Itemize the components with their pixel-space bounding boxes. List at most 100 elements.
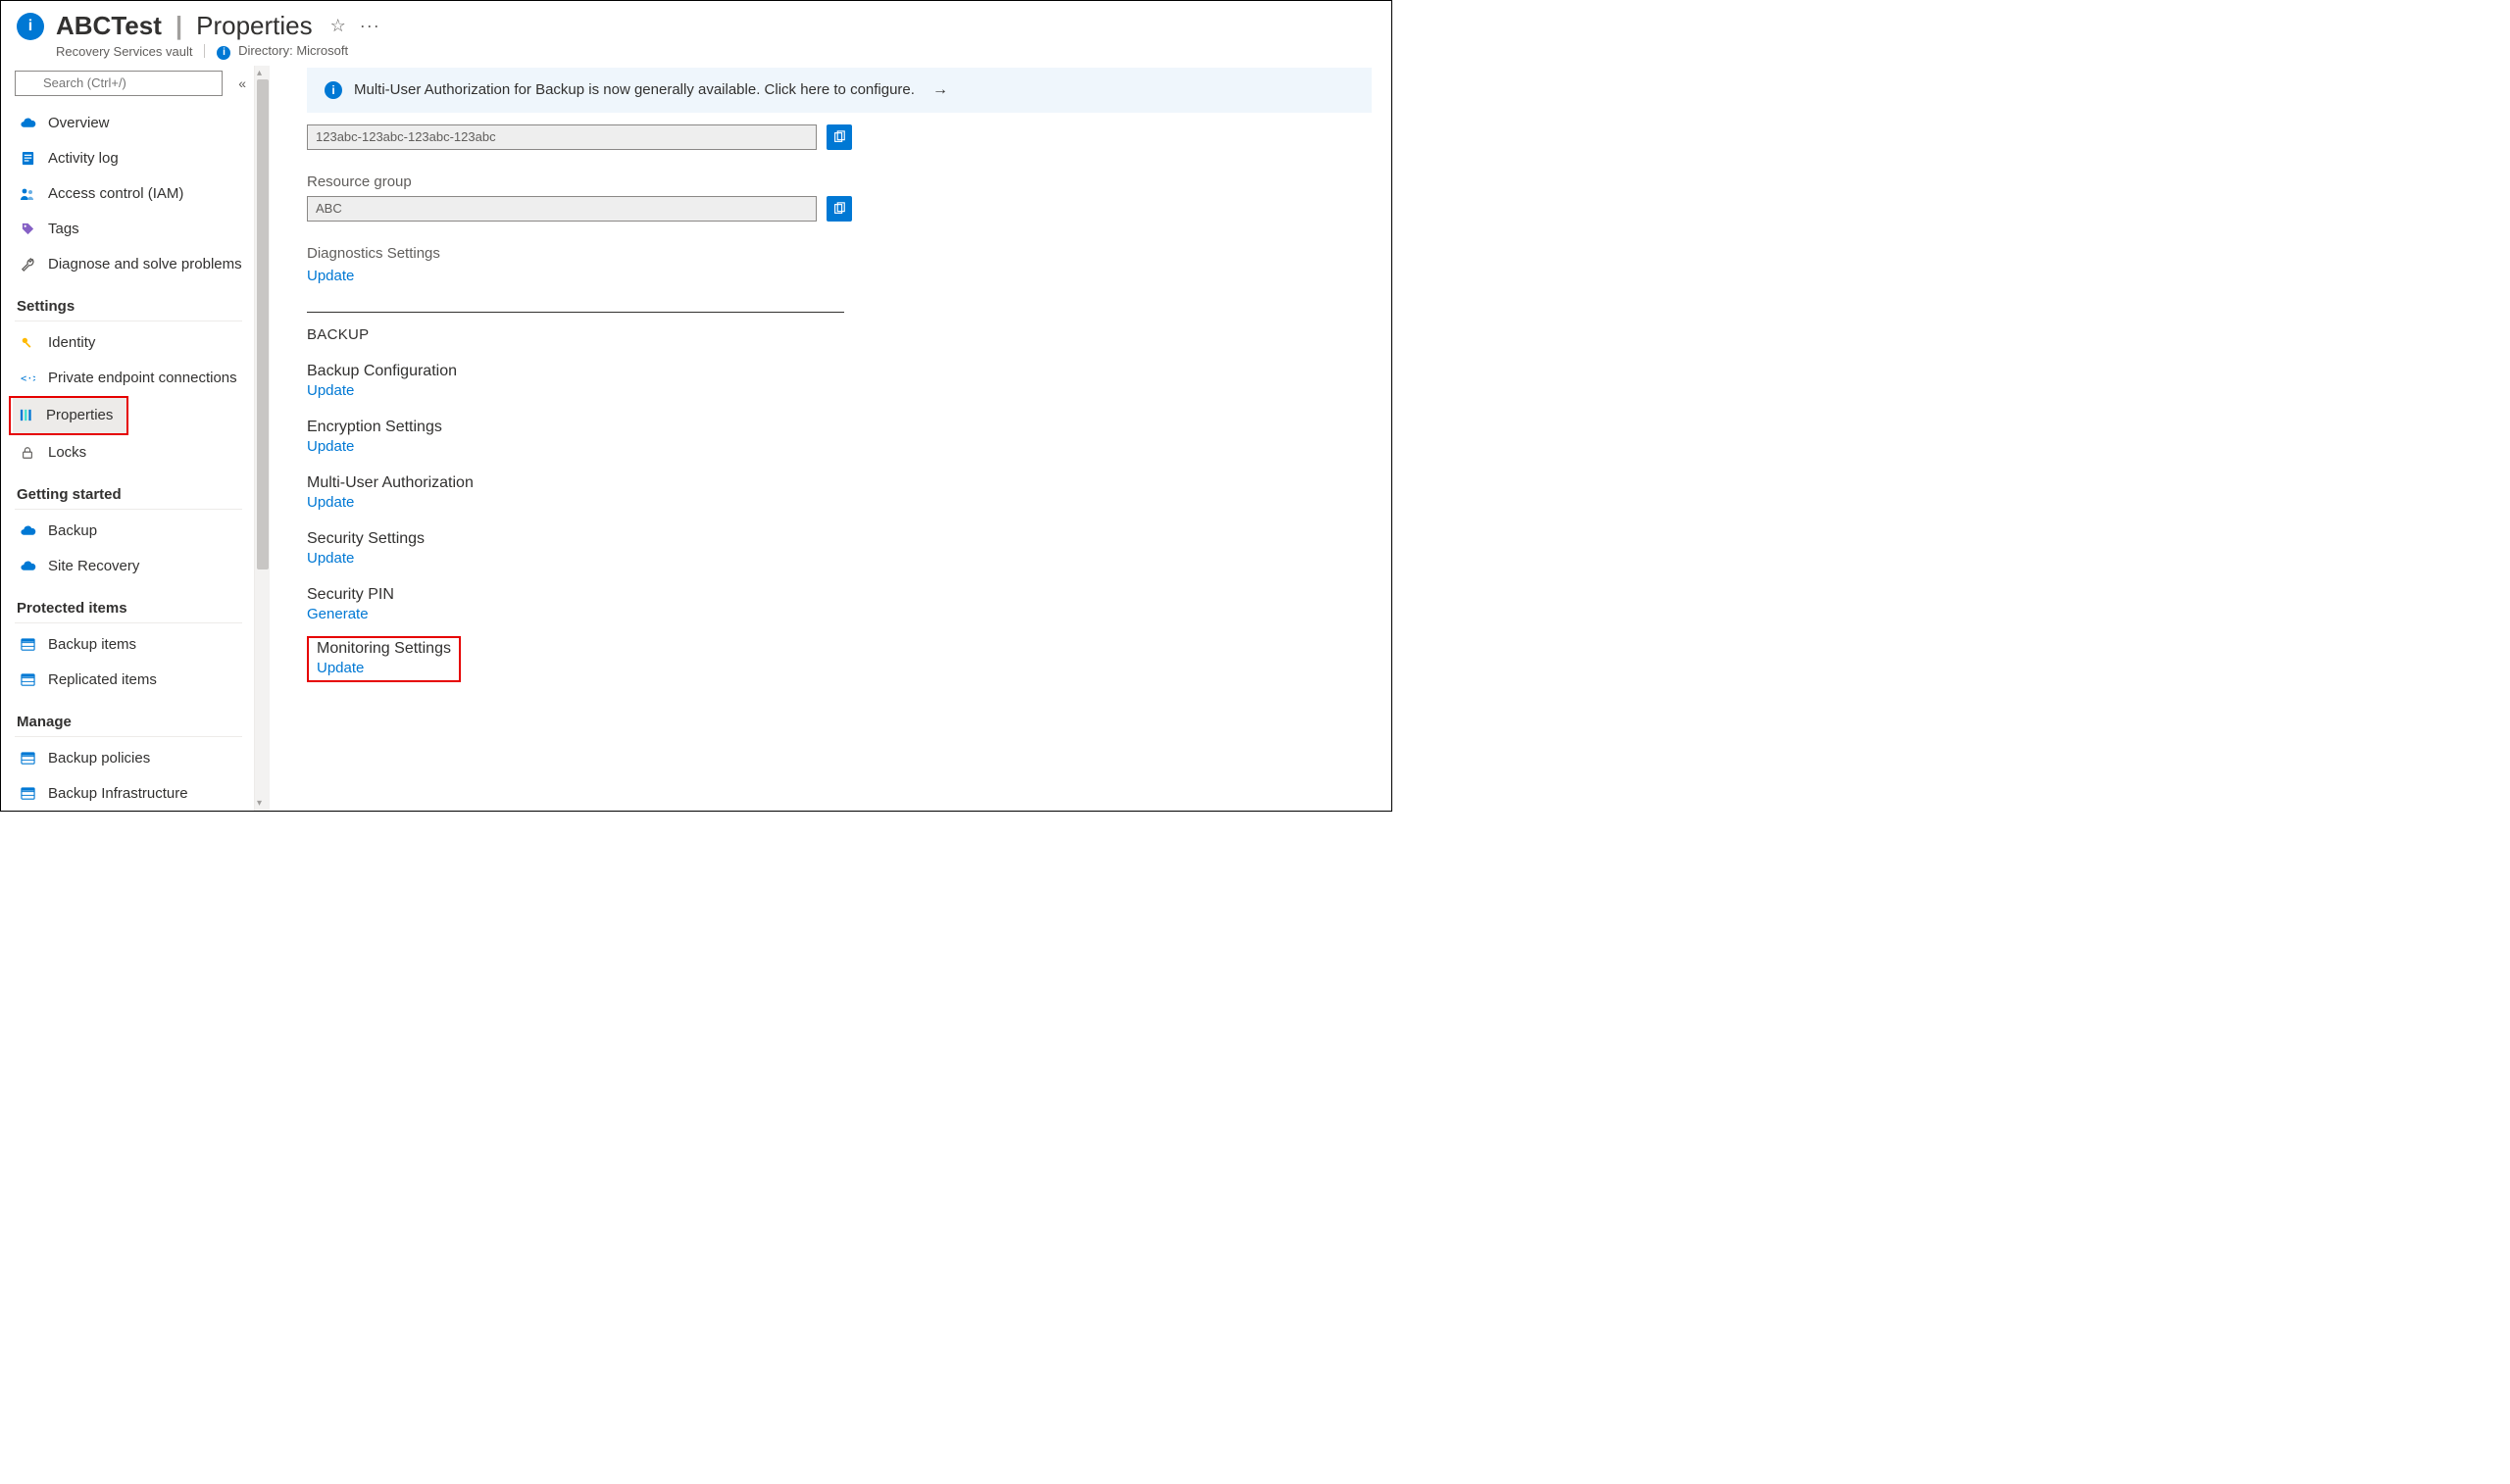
sidebar-section-heading: Getting started [15, 474, 242, 510]
sidebar-item-label: Private endpoint connections [48, 370, 237, 386]
page-title: Properties [196, 11, 313, 41]
main-content: i Multi-User Authorization for Backup is… [277, 66, 1391, 811]
setting-title: Multi-User Authorization [307, 474, 1372, 492]
sidebar-section-heading: Manage [15, 702, 242, 737]
sidebar-section-heading: Settings [15, 286, 242, 322]
setting-title: Security Settings [307, 530, 1372, 548]
resource-group-label: Resource group [307, 173, 1372, 190]
setting-encryption-settings-link[interactable]: Update [307, 438, 354, 455]
setting-title: Backup Configuration [307, 363, 1372, 380]
grid-icon [19, 636, 36, 654]
sidebar-item-activity-log[interactable]: Activity log [15, 141, 254, 176]
collapse-sidebar-icon[interactable]: « [234, 75, 250, 91]
setting-security-pin-link[interactable]: Generate [307, 606, 369, 622]
subscription-id-field[interactable] [307, 124, 817, 150]
search-input[interactable] [15, 71, 223, 96]
sidebar-item-properties[interactable]: Properties [13, 398, 126, 433]
sidebar-item-label: Properties [46, 407, 113, 423]
svg-text:<·>: <·> [21, 372, 35, 384]
cloud-icon [19, 558, 36, 575]
sidebar-item-identity[interactable]: Identity [15, 325, 254, 361]
sidebar-item-label: Access control (IAM) [48, 185, 183, 202]
copy-subscription-id-button[interactable] [827, 124, 852, 150]
sidebar-item-label: Backup [48, 522, 97, 539]
setting-security-pin: Security PIN Generate [307, 586, 1372, 622]
sidebar-item-label: Backup items [48, 636, 136, 653]
wrench-icon [19, 256, 36, 273]
sidebar-item-label: Site Recovery [48, 558, 139, 574]
copy-resource-group-button[interactable] [827, 196, 852, 222]
key-icon [19, 334, 36, 352]
scroll-thumb[interactable] [257, 79, 269, 569]
backup-heading: BACKUP [307, 326, 1372, 343]
people-icon [19, 185, 36, 203]
sidebar-section-heading: Protected items [15, 588, 242, 623]
setting-encryption-settings: Encryption Settings Update [307, 419, 1372, 455]
sidebar-item-label: Overview [48, 115, 110, 131]
mua-banner[interactable]: i Multi-User Authorization for Backup is… [307, 68, 1372, 113]
sidebar-item-locks[interactable]: Locks [15, 435, 254, 470]
section-rule [307, 312, 844, 313]
sidebar-item-replicated-items[interactable]: Replicated items [15, 663, 254, 698]
grid-icon [19, 671, 36, 689]
divider [204, 44, 205, 58]
tag-icon [19, 221, 36, 238]
sidebar-item-site-recovery[interactable]: Site Recovery [15, 549, 254, 584]
sidebar-item-backup-infrastructure[interactable]: Backup Infrastructure [15, 776, 254, 812]
sidebar-item-label: Locks [48, 444, 86, 461]
grid-icon [19, 785, 36, 803]
favorite-star-icon[interactable]: ☆ [330, 16, 346, 36]
setting-security-settings-link[interactable]: Update [307, 550, 354, 567]
sidebar-item-label: Tags [48, 221, 79, 237]
setting-title: Security PIN [307, 586, 1372, 604]
setting-multi-user-authorization-link[interactable]: Update [307, 494, 354, 511]
more-actions-icon[interactable]: ··· [360, 16, 380, 36]
scroll-down-icon[interactable]: ▾ [257, 798, 262, 809]
arrow-right-icon: → [932, 81, 948, 99]
lock-icon [19, 444, 36, 462]
sidebar-item-backup-policies[interactable]: Backup policies [15, 741, 254, 776]
setting-security-settings: Security Settings Update [307, 530, 1372, 567]
sidebar-item-tags[interactable]: Tags [15, 212, 254, 247]
sidebar-item-diagnose-and-solve-problems[interactable]: Diagnose and solve problems [15, 247, 254, 282]
sidebar-item-overview[interactable]: Overview [15, 106, 254, 141]
setting-multi-user-authorization: Multi-User Authorization Update [307, 474, 1372, 511]
sidebar: « Overview Activity log Access control (IA… [1, 66, 277, 811]
sidebar-item-private-endpoint-connections[interactable]: <·> Private endpoint connections [15, 361, 254, 396]
setting-title: Encryption Settings [307, 419, 1372, 436]
cloud-icon [19, 115, 36, 132]
resource-group-field[interactable] [307, 196, 817, 222]
endpoint-icon: <·> [19, 370, 36, 387]
monitoring-settings-highlight: Monitoring Settings Update [307, 636, 461, 682]
page-header: i ABCTest | Properties ☆ ··· Recovery Se… [1, 1, 1391, 66]
sidebar-scrollbar[interactable]: ▴ ▾ [254, 66, 270, 811]
sidebar-item-label: Identity [48, 334, 95, 351]
banner-text: Multi-User Authorization for Backup is n… [354, 81, 915, 98]
resource-type-label: Recovery Services vault [56, 44, 192, 59]
sliders-icon [17, 407, 34, 424]
sidebar-item-access-control-iam[interactable]: Access control (IAM) [15, 176, 254, 212]
sidebar-item-label: Diagnose and solve problems [48, 256, 242, 272]
cloud-icon [19, 522, 36, 540]
sidebar-item-label: Replicated items [48, 671, 157, 688]
diagnostics-settings-label: Diagnostics Settings [307, 245, 1372, 262]
info-icon: i [325, 81, 342, 99]
log-icon [19, 150, 36, 168]
resource-type-icon: i [17, 13, 44, 40]
setting-backup-configuration-link[interactable]: Update [307, 382, 354, 399]
setting-backup-configuration: Backup Configuration Update [307, 363, 1372, 399]
resource-name: ABCTest [56, 11, 162, 41]
sidebar-item-backup[interactable]: Backup [15, 514, 254, 549]
sidebar-search[interactable] [15, 71, 226, 96]
title-separator: | [176, 11, 182, 41]
grid-icon [19, 750, 36, 767]
sidebar-item-label: Activity log [48, 150, 119, 167]
scroll-up-icon[interactable]: ▴ [257, 68, 262, 78]
sidebar-item-label: Backup policies [48, 750, 150, 767]
monitoring-settings-update-link[interactable]: Update [317, 660, 364, 676]
directory-indicator: i Directory: Microsoft [217, 43, 348, 60]
sidebar-item-backup-items[interactable]: Backup items [15, 627, 254, 663]
monitoring-settings-title: Monitoring Settings [317, 640, 451, 658]
diagnostics-update-link[interactable]: Update [307, 268, 354, 284]
info-icon: i [217, 46, 230, 60]
